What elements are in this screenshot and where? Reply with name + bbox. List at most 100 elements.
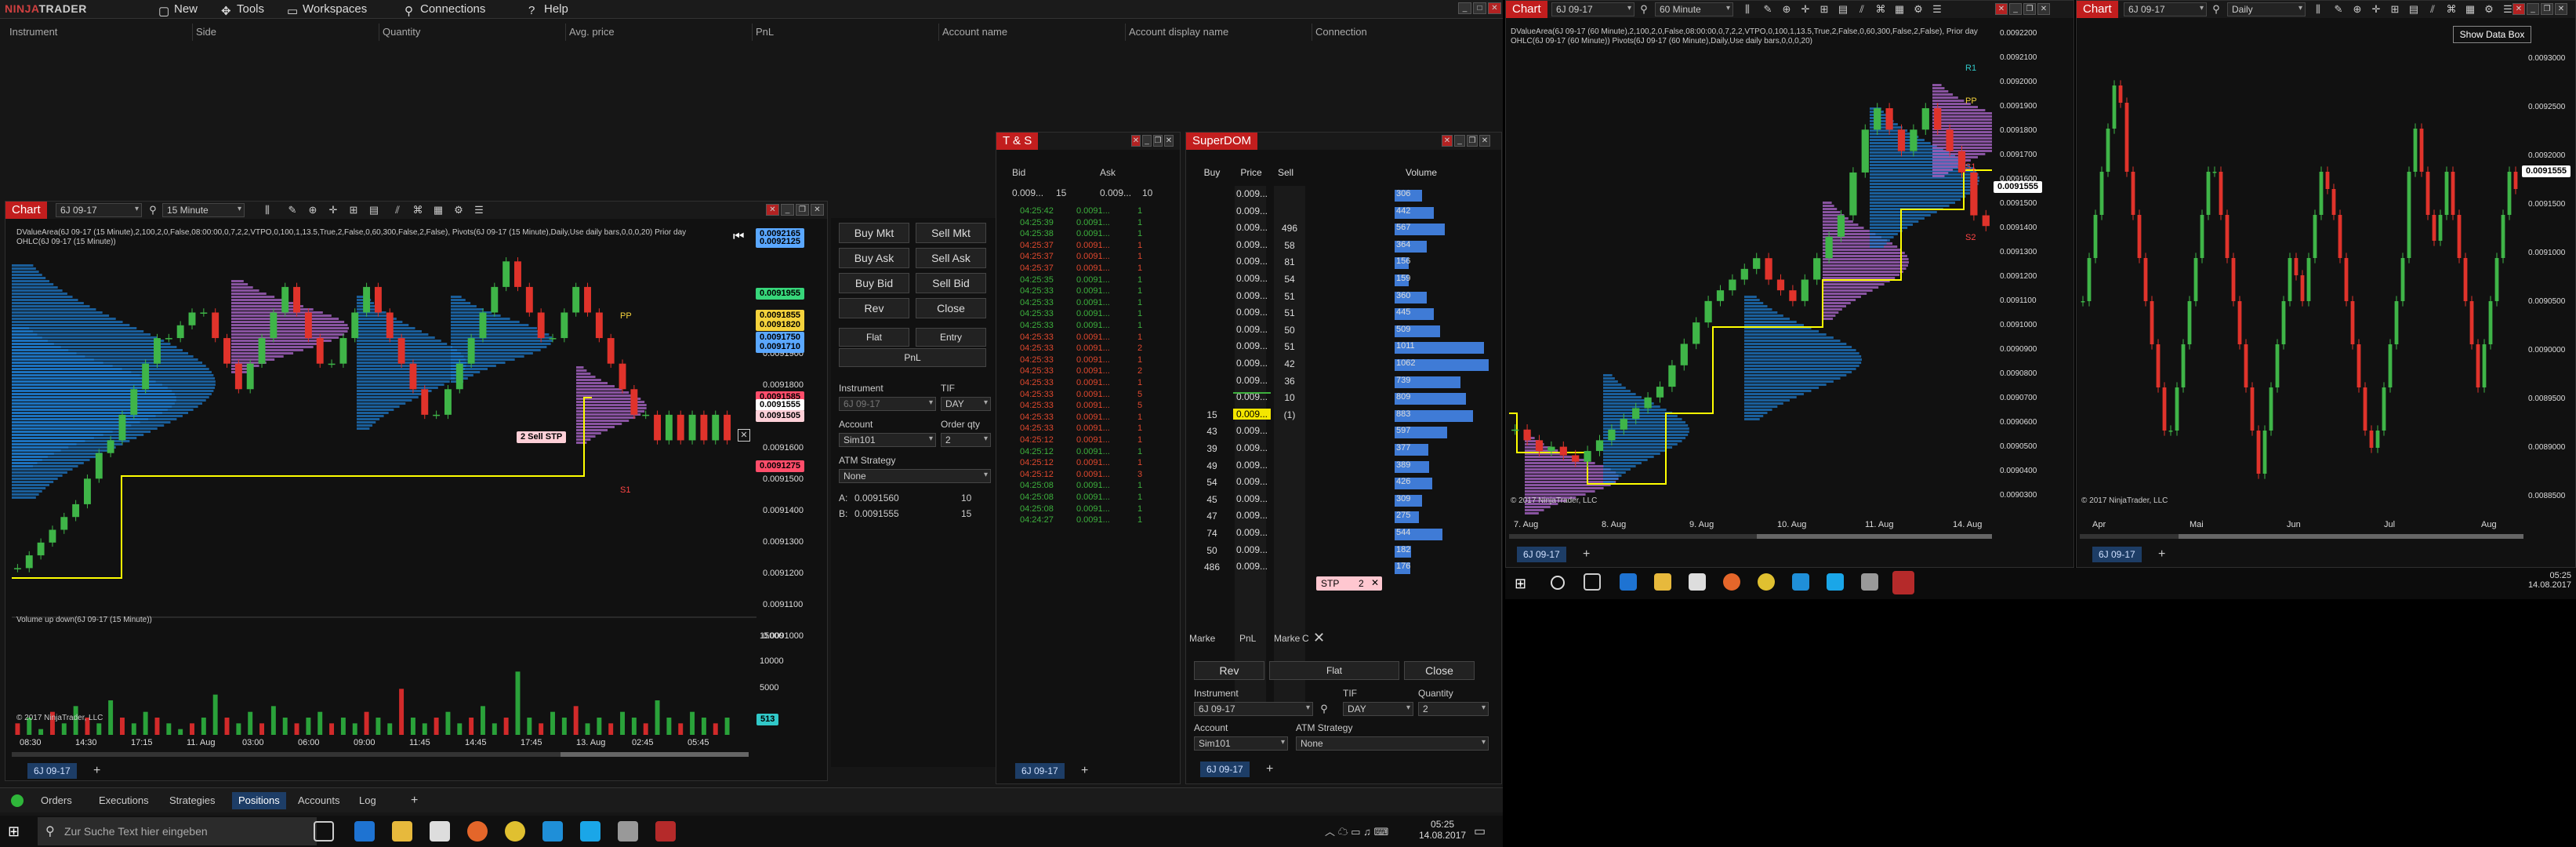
account-select[interactable]: Sim101 xyxy=(839,433,936,447)
chart-60min-tab[interactable]: 6J 09-17 xyxy=(1517,547,1566,562)
minimize-icon[interactable]: _ xyxy=(1458,2,1471,14)
dom-price-cell[interactable]: 0.009... xyxy=(1233,340,1271,351)
dom-buy-cell[interactable]: 45 xyxy=(1194,494,1230,505)
dom-sell-cell[interactable]: 51 xyxy=(1272,307,1307,318)
dom-footer-market-sell[interactable]: Marke xyxy=(1274,633,1300,644)
menu-workspaces[interactable]: ▭ Workspaces xyxy=(282,2,372,18)
menu-help[interactable]: ? Help xyxy=(524,2,573,17)
dom-price-cell[interactable]: 0.009... xyxy=(1233,307,1271,318)
dom-price-cell[interactable]: 0.009... xyxy=(1233,408,1271,420)
col-account-name[interactable]: Account name xyxy=(939,24,1126,41)
search-icon[interactable]: ⚲ xyxy=(2210,3,2222,16)
dom-sell-cell[interactable]: 496 xyxy=(1272,223,1307,234)
chrome-icon[interactable] xyxy=(505,821,525,842)
dom-price-cell[interactable]: 0.009... xyxy=(1233,205,1271,216)
templates-icon[interactable]: ▦ xyxy=(432,204,444,216)
tif-select[interactable]: DAY xyxy=(941,397,991,411)
add-tab-icon[interactable]: + xyxy=(2152,545,2171,562)
ts-tab[interactable]: 6J 09-17 xyxy=(1015,763,1065,779)
dom-buy-cell[interactable]: 50 xyxy=(1194,545,1230,556)
app-icon-1[interactable] xyxy=(1792,573,1809,591)
close-icon[interactable]: ✕ xyxy=(2037,3,2050,15)
dom-price-cell[interactable]: 0.009... xyxy=(1233,561,1271,572)
tab-strategies[interactable]: Strategies xyxy=(163,792,222,809)
col-quantity[interactable]: Quantity xyxy=(379,24,566,41)
strategies-icon[interactable]: ⌘ xyxy=(1874,3,1887,16)
chart-daily-tab[interactable]: 6J 09-17 xyxy=(2092,547,2142,562)
dom-buy-cell[interactable]: 49 xyxy=(1194,460,1230,471)
sell-stp-order-label[interactable]: 2 Sell STP xyxy=(517,431,567,443)
dom-buy-cell[interactable]: 15 xyxy=(1194,409,1230,420)
dom-price-cell[interactable]: 0.009... xyxy=(1233,290,1271,301)
search-icon[interactable]: ⚲ xyxy=(1318,703,1330,715)
pnl-display[interactable]: PnL xyxy=(839,348,986,367)
close-position-button[interactable]: Close xyxy=(916,298,986,318)
chart-15min-instrument-select[interactable]: 6J 09-17 xyxy=(56,203,142,217)
col-account-display-name[interactable]: Account display name xyxy=(1126,24,1312,41)
restore-icon[interactable]: ❐ xyxy=(1153,135,1163,147)
close-icon[interactable]: ✕ xyxy=(1442,135,1453,147)
draw-pencil-icon[interactable]: ✎ xyxy=(1761,3,1774,16)
skype-icon[interactable] xyxy=(1827,573,1844,591)
properties-icon[interactable]: ⚙ xyxy=(452,204,465,216)
zoom-icon[interactable]: ⊕ xyxy=(2351,3,2364,16)
add-tab-icon[interactable]: + xyxy=(1075,762,1094,779)
menu-tools[interactable]: ✥ Tools xyxy=(216,2,269,18)
col-connection[interactable]: Connection xyxy=(1312,24,1500,41)
print-icon[interactable]: ▤ xyxy=(2407,3,2420,16)
chart-daily-instrument-select[interactable]: 6J 09-17 xyxy=(2124,2,2207,16)
search-icon[interactable]: ⚲ xyxy=(147,204,159,216)
grid-icon[interactable]: ⊞ xyxy=(2389,3,2401,16)
strategies-icon[interactable]: ⌘ xyxy=(2445,3,2458,16)
close-icon[interactable]: ✕ xyxy=(1131,135,1141,147)
dom-sell-cell[interactable]: (1) xyxy=(1272,409,1307,420)
dom-footer-c[interactable]: C xyxy=(1302,633,1309,644)
indicators-icon[interactable]: ⫽ xyxy=(391,204,404,216)
add-tab-icon[interactable]: + xyxy=(1260,760,1279,777)
strategies-icon[interactable]: ⌘ xyxy=(412,204,424,216)
col-side[interactable]: Side xyxy=(193,24,379,41)
dom-instrument-select[interactable]: 6J 09-17 xyxy=(1194,702,1313,716)
chart-15min-plot[interactable] xyxy=(12,233,756,766)
ninjatrader-taskbar-icon[interactable] xyxy=(1892,571,1914,594)
buy-bid-button[interactable]: Buy Bid xyxy=(839,273,909,293)
dom-price-cell[interactable]: 0.009... xyxy=(1233,510,1271,521)
order-qty-stepper[interactable]: 2 xyxy=(941,433,991,447)
dom-price-cell[interactable]: 0.009... xyxy=(1233,442,1271,453)
system-tray-icons[interactable]: ︿ ☁ ▭ ♫ ⌨ xyxy=(1325,823,1388,838)
tab-executions[interactable]: Executions xyxy=(93,792,155,809)
tab-orders[interactable]: Orders xyxy=(34,792,78,809)
minimize-icon[interactable]: _ xyxy=(1454,135,1465,147)
close-icon[interactable]: ✕ xyxy=(1164,135,1174,147)
tab-accounts[interactable]: Accounts xyxy=(292,792,346,809)
dom-price-cell[interactable]: 0.009... xyxy=(1233,324,1271,335)
task-view-icon[interactable] xyxy=(1584,573,1601,591)
chart-60min-instrument-select[interactable]: 6J 09-17 xyxy=(1551,2,1634,16)
dom-buy-cell[interactable]: 74 xyxy=(1194,528,1230,539)
app-icon-2[interactable] xyxy=(618,821,638,842)
chart-daily-interval-select[interactable]: Daily xyxy=(2227,2,2306,16)
zoom-icon[interactable]: ⊕ xyxy=(307,204,319,216)
minimize-icon[interactable]: _ xyxy=(2527,3,2539,15)
dom-buy-cell[interactable]: 54 xyxy=(1194,477,1230,488)
print-icon[interactable]: ▤ xyxy=(1837,3,1849,16)
dom-price-cell[interactable]: 0.009... xyxy=(1233,527,1271,538)
ninjatrader-taskbar-icon[interactable] xyxy=(655,821,676,842)
firefox-icon[interactable] xyxy=(1723,573,1740,591)
close-icon[interactable]: ✕ xyxy=(1479,135,1490,147)
maximize-icon[interactable]: □ xyxy=(1473,2,1486,14)
dom-footer-pnl[interactable]: PnL xyxy=(1239,633,1256,644)
dom-sell-cell[interactable]: 10 xyxy=(1272,392,1307,403)
dom-tif-select[interactable]: DAY xyxy=(1343,702,1413,716)
restore-icon[interactable]: ❐ xyxy=(1467,135,1478,147)
dom-price-cell[interactable]: 0.009... xyxy=(1233,493,1271,504)
indicators-icon[interactable]: ⫽ xyxy=(1856,3,1868,16)
minimize-icon[interactable]: _ xyxy=(1142,135,1152,147)
app-icon-2[interactable] xyxy=(1861,573,1878,591)
right-taskbar-clock[interactable]: 05:25 14.08.2017 xyxy=(2524,571,2571,590)
search-icon[interactable]: ⚲ xyxy=(1638,3,1650,16)
edge-browser-icon[interactable] xyxy=(1620,573,1637,591)
dom-footer-market[interactable]: Marke xyxy=(1189,633,1215,644)
dom-sell-cell[interactable]: 51 xyxy=(1272,341,1307,352)
dom-tab[interactable]: 6J 09-17 xyxy=(1200,762,1250,777)
